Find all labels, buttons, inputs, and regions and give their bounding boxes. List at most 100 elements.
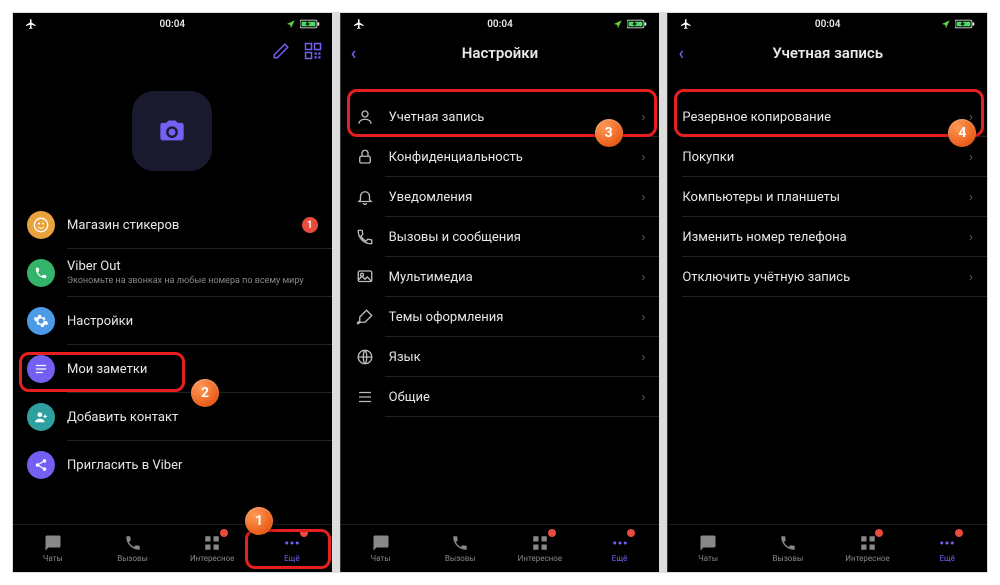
back-icon[interactable]: ‹ xyxy=(351,43,357,64)
grid-icon xyxy=(859,534,877,552)
row-purchases[interactable]: Покупки › xyxy=(668,137,987,177)
airplane-icon xyxy=(353,18,365,30)
bell-icon xyxy=(355,187,375,207)
tab-explore[interactable]: Интересное xyxy=(500,525,580,572)
grid-icon xyxy=(203,534,221,552)
screen-settings: 00:04 ‹ Настройки Учетная запись › Конфи… xyxy=(340,13,660,572)
chevron-right-icon: › xyxy=(641,350,645,365)
item-invite[interactable]: Пригласить в Viber xyxy=(13,441,332,489)
label: Настройки xyxy=(67,314,318,329)
notes-icon xyxy=(27,355,55,383)
tab-explore[interactable]: Интересное xyxy=(828,525,908,572)
tab-calls[interactable]: Вызовы xyxy=(93,525,173,572)
back-icon[interactable]: ‹ xyxy=(678,43,684,64)
tab-more[interactable]: Ещё xyxy=(580,525,660,572)
row-deactivate[interactable]: Отключить учётную запись › xyxy=(668,257,987,297)
row-themes[interactable]: Темы оформления › xyxy=(341,297,660,337)
notification-dot xyxy=(220,529,228,537)
row-desktops[interactable]: Компьютеры и планшеты › xyxy=(668,177,987,217)
location-icon xyxy=(286,19,296,29)
tab-chats[interactable]: Чаты xyxy=(13,525,93,572)
qr-icon[interactable] xyxy=(304,42,322,64)
avatar-placeholder[interactable] xyxy=(132,91,212,171)
notification-dot xyxy=(627,529,635,537)
chevron-right-icon: › xyxy=(641,110,645,125)
add-contact-icon xyxy=(27,403,55,431)
notification-dot xyxy=(548,529,556,537)
notification-dot xyxy=(875,529,883,537)
status-bar: 00:04 xyxy=(341,13,660,35)
tab-bar: Чаты Вызовы Интересное Ещё xyxy=(13,524,332,572)
gear-icon xyxy=(27,307,55,335)
chevron-right-icon: › xyxy=(641,390,645,405)
triptych: 00:04 xyxy=(12,12,988,573)
item-add-contact[interactable]: Добавить контакт xyxy=(13,393,332,441)
tab-chats[interactable]: Чаты xyxy=(341,525,421,572)
item-viber-out[interactable]: Viber Out Экономьте на звонках на любые … xyxy=(13,249,332,297)
tab-chats[interactable]: Чаты xyxy=(668,525,748,572)
tab-bar: Чаты Вызовы Интересное Ещё xyxy=(668,524,987,572)
phone-icon xyxy=(124,534,142,552)
row-language[interactable]: Язык › xyxy=(341,337,660,377)
item-notes[interactable]: Мои заметки xyxy=(13,345,332,393)
row-calls-messages[interactable]: Вызовы и сообщения › xyxy=(341,217,660,257)
tab-more[interactable]: Ещё xyxy=(907,525,987,572)
chevron-right-icon: › xyxy=(969,190,973,205)
globe-icon xyxy=(355,347,375,367)
chevron-right-icon: › xyxy=(641,310,645,325)
sublabel: Экономьте на звонках на любые номера по … xyxy=(67,276,318,287)
camera-icon xyxy=(158,117,186,145)
label: Добавить контакт xyxy=(67,410,318,425)
image-icon xyxy=(355,267,375,287)
row-general[interactable]: Общие › xyxy=(341,377,660,417)
more-icon xyxy=(938,534,956,552)
label: Магазин стикеров xyxy=(67,218,290,233)
user-icon xyxy=(355,107,375,127)
chat-icon xyxy=(44,534,62,552)
row-change-number[interactable]: Изменить номер телефона › xyxy=(668,217,987,257)
tab-calls[interactable]: Вызовы xyxy=(420,525,500,572)
sticker-icon xyxy=(27,211,55,239)
chevron-right-icon: › xyxy=(641,270,645,285)
chevron-right-icon: › xyxy=(641,190,645,205)
location-icon xyxy=(613,19,623,29)
battery-icon xyxy=(955,19,975,29)
chat-icon xyxy=(699,534,717,552)
battery-icon xyxy=(627,19,647,29)
label: Viber Out xyxy=(67,259,318,274)
status-time: 00:04 xyxy=(487,19,513,30)
tab-explore[interactable]: Интересное xyxy=(172,525,252,572)
airplane-icon xyxy=(25,18,37,30)
header: ‹ Настройки xyxy=(341,35,660,71)
phone-icon xyxy=(779,534,797,552)
status-bar: 00:04 xyxy=(13,13,332,35)
tab-calls[interactable]: Вызовы xyxy=(748,525,828,572)
label: Мои заметки xyxy=(67,362,318,377)
more-icon xyxy=(611,534,629,552)
edit-icon[interactable] xyxy=(272,42,290,64)
screen-account: 00:04 ‹ Учетная запись Резервное копиров… xyxy=(667,13,987,572)
header xyxy=(13,35,332,71)
list-icon xyxy=(355,387,375,407)
label: Пригласить в Viber xyxy=(67,458,318,473)
row-notifications[interactable]: Уведомления › xyxy=(341,177,660,217)
airplane-icon xyxy=(680,18,692,30)
status-bar: 00:04 xyxy=(668,13,987,35)
status-time: 00:04 xyxy=(815,19,841,30)
callout-2: 2 xyxy=(191,379,219,407)
row-backup[interactable]: Резервное копирование › xyxy=(668,97,987,137)
chevron-right-icon: › xyxy=(969,150,973,165)
row-media[interactable]: Мультимедиа › xyxy=(341,257,660,297)
callout-3: 3 xyxy=(595,119,623,147)
callout-1: 1 xyxy=(245,507,273,535)
item-settings[interactable]: Настройки xyxy=(13,297,332,345)
item-stickers[interactable]: Магазин стикеров 1 xyxy=(13,201,332,249)
page-title: Учетная запись xyxy=(772,44,883,62)
notification-dot xyxy=(955,529,963,537)
lock-icon xyxy=(355,147,375,167)
chevron-right-icon: › xyxy=(641,150,645,165)
call-msg-icon xyxy=(355,227,375,247)
account-list: Резервное копирование › Покупки › Компью… xyxy=(668,97,987,297)
more-icon xyxy=(283,534,301,552)
notification-dot xyxy=(300,529,308,537)
